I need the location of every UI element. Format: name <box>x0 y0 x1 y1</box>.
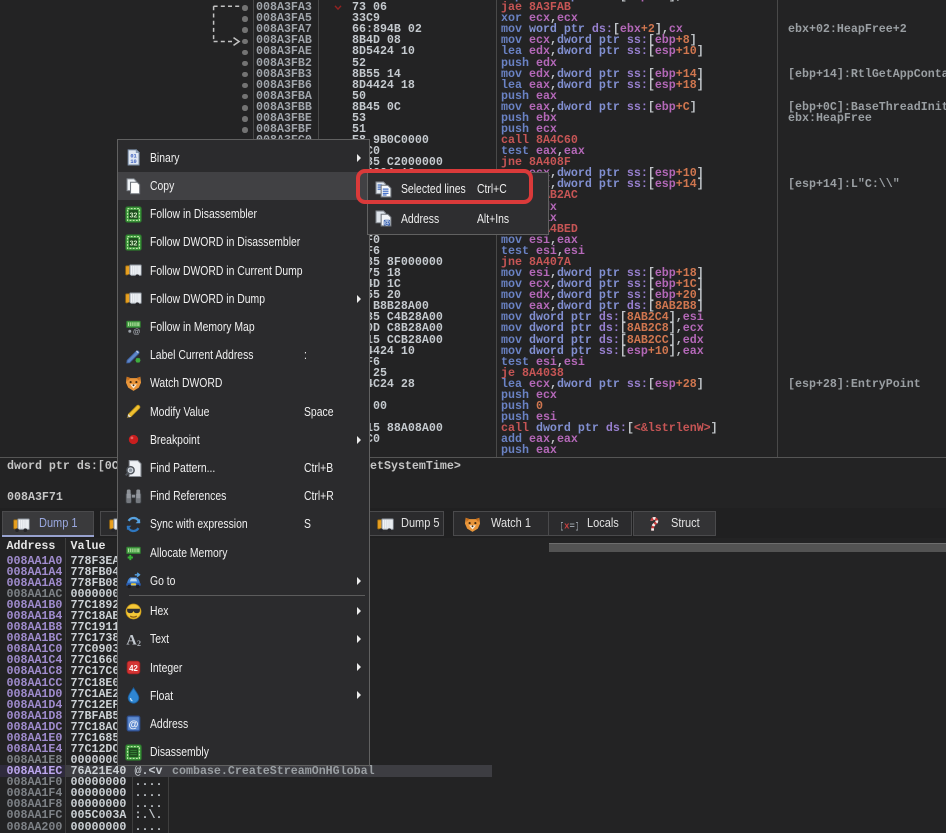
svg-text:10: 10 <box>130 159 136 165</box>
svg-text:@: @ <box>133 327 141 336</box>
svg-text:@: @ <box>383 220 389 227</box>
svg-text:[x=]: [x=] <box>561 521 578 531</box>
svg-text:A: A <box>126 632 137 648</box>
svg-text:@: @ <box>129 720 139 731</box>
svg-text:42: 42 <box>129 664 138 673</box>
svg-text:32: 32 <box>130 240 138 247</box>
svg-text:2: 2 <box>137 639 141 648</box>
svg-text:32: 32 <box>130 212 138 219</box>
